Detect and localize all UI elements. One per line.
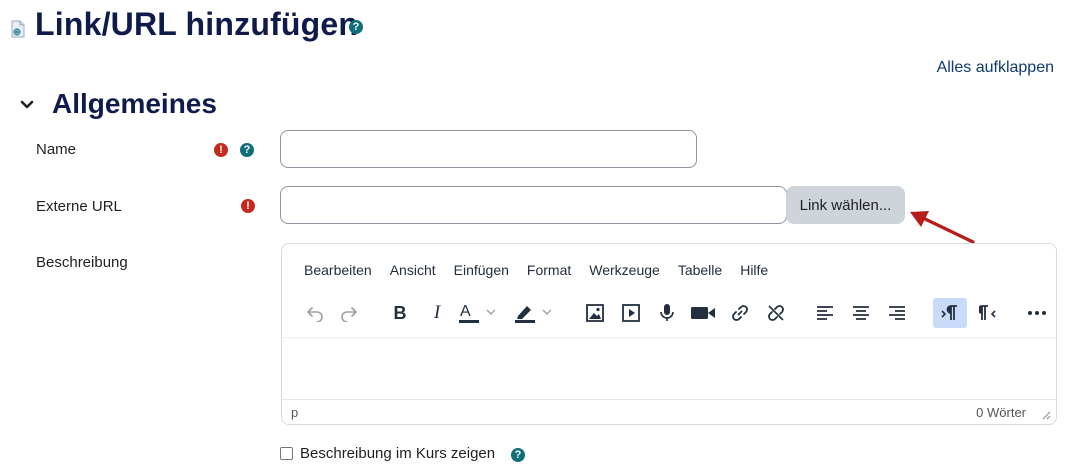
- media-icon[interactable]: [616, 298, 646, 328]
- description-editor: Bearbeiten Ansicht Einfügen Format Werkz…: [281, 243, 1057, 425]
- required-icon: !: [214, 143, 228, 157]
- align-right-icon[interactable]: [882, 298, 912, 328]
- required-icon: !: [241, 199, 255, 213]
- menu-help[interactable]: Hilfe: [740, 262, 768, 278]
- show-description-label[interactable]: Beschreibung im Kurs zeigen: [300, 445, 495, 462]
- more-icon[interactable]: [1022, 298, 1052, 328]
- rtl-icon[interactable]: [974, 298, 1004, 328]
- image-icon[interactable]: [580, 298, 610, 328]
- show-description-checkbox[interactable]: [280, 447, 293, 460]
- external-url-label: Externe URL: [36, 198, 122, 215]
- menu-tools[interactable]: Werkzeuge: [589, 262, 660, 278]
- record-video-icon[interactable]: [688, 298, 718, 328]
- undo-icon[interactable]: [300, 298, 330, 328]
- editor-menubar: Bearbeiten Ansicht Einfügen Format Werkz…: [304, 262, 786, 278]
- word-count[interactable]: 0 Wörter: [976, 405, 1026, 420]
- menu-view[interactable]: Ansicht: [390, 262, 436, 278]
- help-icon[interactable]: ?: [511, 448, 525, 462]
- section-title[interactable]: Allgemeines: [52, 88, 217, 120]
- align-left-icon[interactable]: [810, 298, 840, 328]
- editor-statusbar: p 0 Wörter: [282, 399, 1056, 424]
- expand-all-link[interactable]: Alles aufklappen: [937, 59, 1054, 77]
- bold-icon[interactable]: B: [385, 298, 415, 328]
- chevron-down-icon[interactable]: [19, 97, 35, 113]
- element-path[interactable]: p: [291, 405, 298, 420]
- ltr-icon[interactable]: [933, 298, 967, 328]
- text-color-icon[interactable]: A: [456, 298, 502, 328]
- toolbar-divider: [282, 337, 1056, 338]
- external-url-input[interactable]: [280, 186, 787, 224]
- menu-format[interactable]: Format: [527, 262, 571, 278]
- page-title: Link/URL hinzufügen: [35, 6, 359, 42]
- unlink-icon[interactable]: [761, 298, 791, 328]
- url-activity-icon: [11, 20, 25, 38]
- menu-edit[interactable]: Bearbeiten: [304, 262, 372, 278]
- svg-text:A: A: [460, 303, 471, 320]
- record-audio-icon[interactable]: [652, 298, 682, 328]
- name-input[interactable]: [280, 130, 697, 168]
- menu-insert[interactable]: Einfügen: [454, 262, 509, 278]
- menu-table[interactable]: Tabelle: [678, 262, 722, 278]
- description-label: Beschreibung: [36, 254, 128, 271]
- align-center-icon[interactable]: [846, 298, 876, 328]
- redo-icon[interactable]: [334, 298, 364, 328]
- highlight-color-icon[interactable]: [512, 298, 558, 328]
- help-icon[interactable]: ?: [240, 143, 254, 157]
- link-icon[interactable]: [725, 298, 755, 328]
- name-label: Name: [36, 141, 77, 158]
- resize-handle-icon[interactable]: [1041, 410, 1051, 420]
- help-icon[interactable]: ?: [349, 20, 363, 34]
- italic-icon[interactable]: I: [422, 298, 452, 328]
- choose-link-button[interactable]: Link wählen...: [786, 186, 905, 224]
